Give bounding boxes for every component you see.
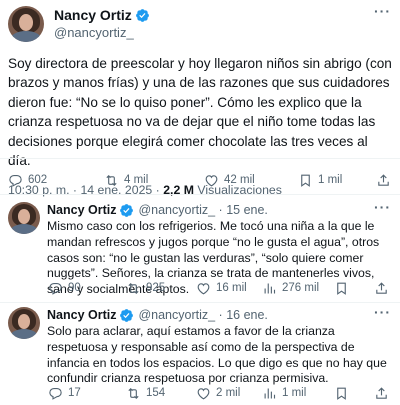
retweet-button[interactable]: 925	[126, 281, 165, 296]
reply-button[interactable]: 602	[8, 173, 47, 188]
share-icon	[374, 386, 389, 401]
like-count: 42 mil	[224, 174, 255, 186]
share-button[interactable]	[374, 281, 394, 296]
author-name[interactable]: Nancy Ortiz	[54, 6, 132, 24]
author-name[interactable]: Nancy Ortiz	[47, 202, 116, 218]
views-count: 1 mil	[282, 387, 307, 399]
reply-count: 17	[68, 387, 81, 399]
reply-count: 90	[68, 282, 81, 294]
views-button[interactable]: 1 mil	[262, 386, 306, 401]
reply-icon	[8, 173, 23, 188]
like-count: 16 mil	[216, 282, 247, 294]
share-icon	[376, 173, 391, 188]
divider	[0, 158, 400, 159]
author-handle[interactable]: @nancyortiz_	[54, 24, 374, 41]
like-button[interactable]: 16 mil	[196, 281, 247, 296]
reply-button[interactable]: 17	[48, 386, 81, 401]
retweet-button[interactable]: 154	[126, 386, 165, 401]
author-handle[interactable]: @nancyortiz_ · 16 ene.	[138, 307, 267, 323]
retweet-icon	[126, 281, 141, 296]
retweet-count: 154	[146, 387, 166, 399]
more-icon[interactable]: ···	[374, 305, 390, 323]
bookmark-button[interactable]: 1 mil	[298, 173, 342, 188]
bookmark-count: 1 mil	[318, 174, 343, 186]
verified-badge-icon	[135, 8, 150, 23]
retweet-count: 925	[146, 282, 166, 294]
bookmark-icon	[334, 386, 349, 401]
share-button[interactable]	[376, 173, 396, 188]
share-button[interactable]	[374, 386, 394, 401]
more-icon[interactable]: ···	[374, 4, 390, 22]
tweet-text: Soy directora de preescolar y hoy llegar…	[8, 56, 392, 169]
verified-badge-icon	[119, 308, 134, 323]
like-icon	[204, 173, 219, 188]
views-icon	[262, 386, 277, 401]
views-icon	[262, 281, 277, 296]
reply-button[interactable]: 90	[48, 281, 81, 296]
like-icon	[196, 386, 211, 401]
bookmark-icon	[334, 281, 349, 296]
like-button[interactable]: 2 mil	[196, 386, 240, 401]
verified-badge-icon	[119, 203, 134, 218]
reply-action-bar: 17 154 2 mil 1 mil	[48, 384, 392, 402]
avatar[interactable]	[8, 6, 44, 42]
main-tweet: Nancy Ortiz @nancyortiz_ ··· Soy directo…	[0, 0, 400, 197]
more-icon[interactable]: ···	[374, 200, 390, 218]
like-icon	[196, 281, 211, 296]
avatar[interactable]	[8, 307, 40, 339]
bookmark-button[interactable]	[334, 386, 354, 401]
author-name[interactable]: Nancy Ortiz	[47, 307, 116, 323]
retweet-count: 4 mil	[124, 174, 149, 186]
reply-icon	[48, 386, 63, 401]
reply-icon	[48, 281, 63, 296]
views-button[interactable]: 276 mil	[262, 281, 319, 296]
reply-count: 602	[28, 174, 48, 186]
author-info: Nancy Ortiz @nancyortiz_	[54, 6, 374, 41]
divider	[0, 302, 400, 303]
like-count: 2 mil	[216, 387, 241, 399]
author-handle[interactable]: @nancyortiz_ · 15 ene.	[138, 202, 267, 218]
retweet-button[interactable]: 4 mil	[104, 173, 148, 188]
retweet-icon	[126, 386, 141, 401]
retweet-icon	[104, 173, 119, 188]
tweet-header: Nancy Ortiz @nancyortiz_ ···	[8, 4, 390, 42]
reply-header: Nancy Ortiz @nancyortiz_ · 15 ene. ···	[47, 200, 390, 218]
reply-tweet: Nancy Ortiz @nancyortiz_ · 16 ene. ··· S…	[0, 305, 400, 387]
share-icon	[374, 281, 389, 296]
main-action-bar: 602 4 mil 42 mil 1 mil	[8, 171, 392, 189]
tweet-text: Solo para aclarar, aquí estamos a favor …	[47, 324, 387, 386]
views-count: 276 mil	[282, 282, 320, 294]
like-button[interactable]: 42 mil	[204, 173, 255, 188]
reply-action-bar: 90 925 16 mil 276 mil	[48, 279, 392, 297]
divider	[0, 194, 400, 195]
reply-header: Nancy Ortiz @nancyortiz_ · 16 ene. ···	[47, 305, 390, 323]
bookmark-icon	[298, 173, 313, 188]
avatar[interactable]	[8, 202, 40, 234]
bookmark-button[interactable]	[334, 281, 354, 296]
